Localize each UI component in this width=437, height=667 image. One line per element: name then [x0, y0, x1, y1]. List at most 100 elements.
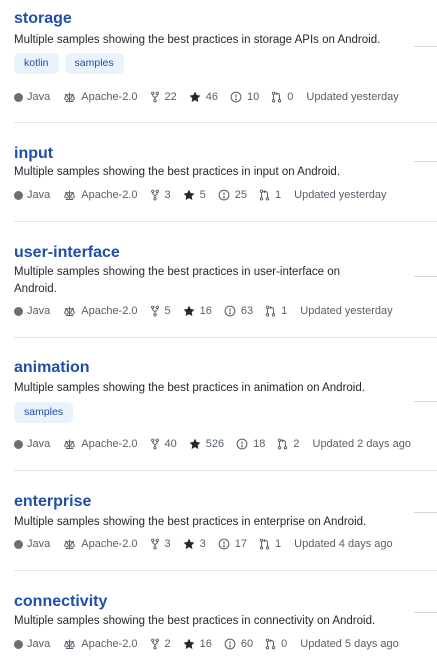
repo-meta: Java Apache-2.0 5 16 63 1 Updated yester… — [14, 303, 405, 319]
license: Apache-2.0 — [63, 538, 138, 550]
row-divider — [14, 470, 437, 471]
forks[interactable]: 3 — [150, 538, 171, 550]
star-count: 3 — [199, 538, 206, 550]
issues[interactable]: 17 — [218, 538, 247, 550]
fork-icon — [150, 638, 160, 650]
fork-icon — [150, 305, 160, 317]
updated-time: Updated yesterday — [300, 305, 393, 317]
star-icon — [183, 305, 195, 317]
forks[interactable]: 40 — [150, 438, 177, 450]
topic-tag[interactable]: samples — [64, 53, 124, 74]
updated-time: Updated yesterday — [306, 91, 399, 103]
pull-request-icon — [265, 305, 276, 317]
updated-time: Updated yesterday — [294, 189, 387, 201]
language-label: Java — [27, 438, 51, 450]
repo-description: Multiple samples showing the best practi… — [14, 266, 340, 295]
language: Java — [14, 91, 50, 103]
topic-tag[interactable]: samples — [14, 402, 74, 423]
stars[interactable]: 16 — [183, 638, 212, 650]
forks[interactable]: 3 — [150, 189, 171, 201]
repo-name-link[interactable]: user-interface — [14, 243, 120, 263]
law-icon — [63, 305, 76, 317]
pull-request-count: 1 — [275, 538, 282, 550]
language: Java — [14, 189, 50, 201]
repo-description: Multiple samples showing the best practi… — [14, 615, 376, 627]
repo-meta: Java Apache-2.0 40 526 18 2 Updated 2 da… — [14, 436, 423, 452]
fork-icon — [150, 438, 160, 450]
repo-description: Multiple samples showing the best practi… — [14, 516, 367, 528]
stars[interactable]: 3 — [183, 538, 206, 550]
issues[interactable]: 10 — [230, 91, 259, 103]
language: Java — [14, 438, 50, 450]
issue-count: 63 — [240, 305, 254, 317]
language-color-dot — [14, 539, 23, 549]
pull-requests[interactable]: 1 — [259, 189, 281, 201]
repo-description: Multiple samples showing the best practi… — [14, 34, 381, 46]
stars[interactable]: 5 — [183, 189, 206, 201]
pull-requests[interactable]: 0 — [271, 91, 293, 103]
issue-count: 10 — [247, 91, 260, 103]
repo-name-link[interactable]: connectivity — [14, 592, 107, 612]
issue-icon — [230, 91, 242, 103]
issue-count: 25 — [234, 189, 248, 201]
language-color-dot — [14, 639, 23, 649]
fork-icon — [150, 91, 160, 103]
issues[interactable]: 25 — [218, 189, 247, 201]
license-label: Apache-2.0 — [81, 538, 138, 550]
topic-tag[interactable]: kotlin — [14, 53, 59, 74]
pull-request-icon — [265, 638, 276, 650]
issues[interactable]: 60 — [224, 638, 253, 650]
pull-request-icon — [259, 538, 270, 550]
star-icon — [189, 91, 201, 103]
repo-name-link[interactable]: enterprise — [14, 492, 91, 512]
star-icon — [183, 638, 195, 650]
fork-count: 40 — [164, 438, 177, 450]
side-divider — [414, 161, 437, 162]
star-count: 5 — [199, 189, 206, 201]
repo-name-link[interactable]: input — [14, 144, 53, 164]
pull-requests[interactable]: 0 — [265, 638, 287, 650]
issue-count: 18 — [253, 438, 266, 450]
fork-count: 5 — [164, 305, 171, 317]
fork-count: 22 — [164, 91, 177, 103]
stars[interactable]: 46 — [189, 91, 218, 103]
issue-icon — [224, 638, 236, 650]
language-label: Java — [27, 91, 51, 103]
pull-requests[interactable]: 1 — [259, 538, 281, 550]
star-icon — [189, 438, 201, 450]
license: Apache-2.0 — [63, 638, 138, 650]
issue-icon — [236, 438, 248, 450]
side-divider — [414, 276, 437, 277]
pull-request-count: 1 — [281, 305, 288, 317]
language-color-dot — [14, 306, 23, 316]
side-divider — [414, 612, 437, 613]
topic-list: kotlin samples — [14, 53, 124, 74]
repo-name-link[interactable]: storage — [14, 9, 72, 29]
language: Java — [14, 305, 50, 317]
language-label: Java — [27, 305, 51, 317]
issue-count: 17 — [234, 538, 248, 550]
row-divider — [14, 337, 437, 338]
star-icon — [183, 538, 195, 550]
updated-time: Updated 4 days ago — [294, 538, 393, 550]
pull-request-count: 1 — [275, 189, 282, 201]
law-icon — [63, 91, 76, 103]
pull-request-count: 0 — [287, 91, 294, 103]
repo-name-link[interactable]: animation — [14, 358, 90, 378]
license-label: Apache-2.0 — [81, 438, 138, 450]
issues[interactable]: 63 — [224, 305, 253, 317]
stars[interactable]: 526 — [189, 438, 224, 450]
fork-icon — [150, 538, 160, 550]
pull-requests[interactable]: 1 — [265, 305, 287, 317]
issues[interactable]: 18 — [236, 438, 265, 450]
license-label: Apache-2.0 — [81, 305, 138, 317]
forks[interactable]: 5 — [150, 305, 171, 317]
pull-request-icon — [271, 91, 282, 103]
issue-icon — [218, 189, 230, 201]
stars[interactable]: 16 — [183, 305, 212, 317]
pull-requests[interactable]: 2 — [277, 438, 300, 450]
law-icon — [63, 538, 76, 550]
forks[interactable]: 22 — [150, 91, 177, 103]
forks[interactable]: 2 — [150, 638, 171, 650]
repo-meta: Java Apache-2.0 2 16 60 0 Updated 5 days… — [14, 636, 411, 652]
